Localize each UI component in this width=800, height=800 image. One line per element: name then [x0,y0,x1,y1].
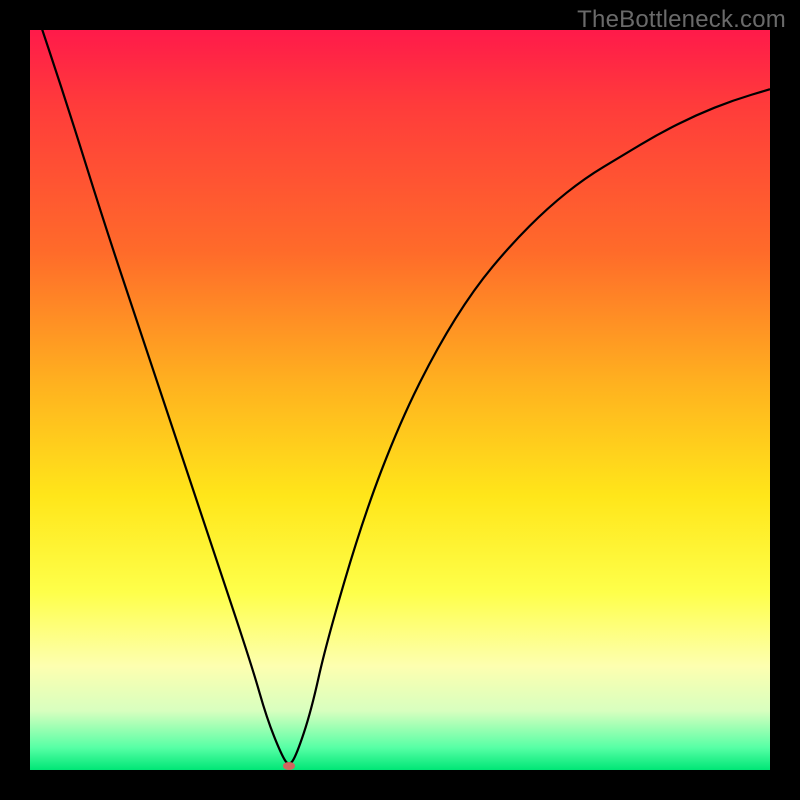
bottleneck-curve [30,30,770,764]
chart-container: TheBottleneck.com [0,0,800,800]
curve-svg [30,30,770,770]
plot-area [30,30,770,770]
watermark-text: TheBottleneck.com [577,6,786,34]
optimal-marker [283,762,295,770]
